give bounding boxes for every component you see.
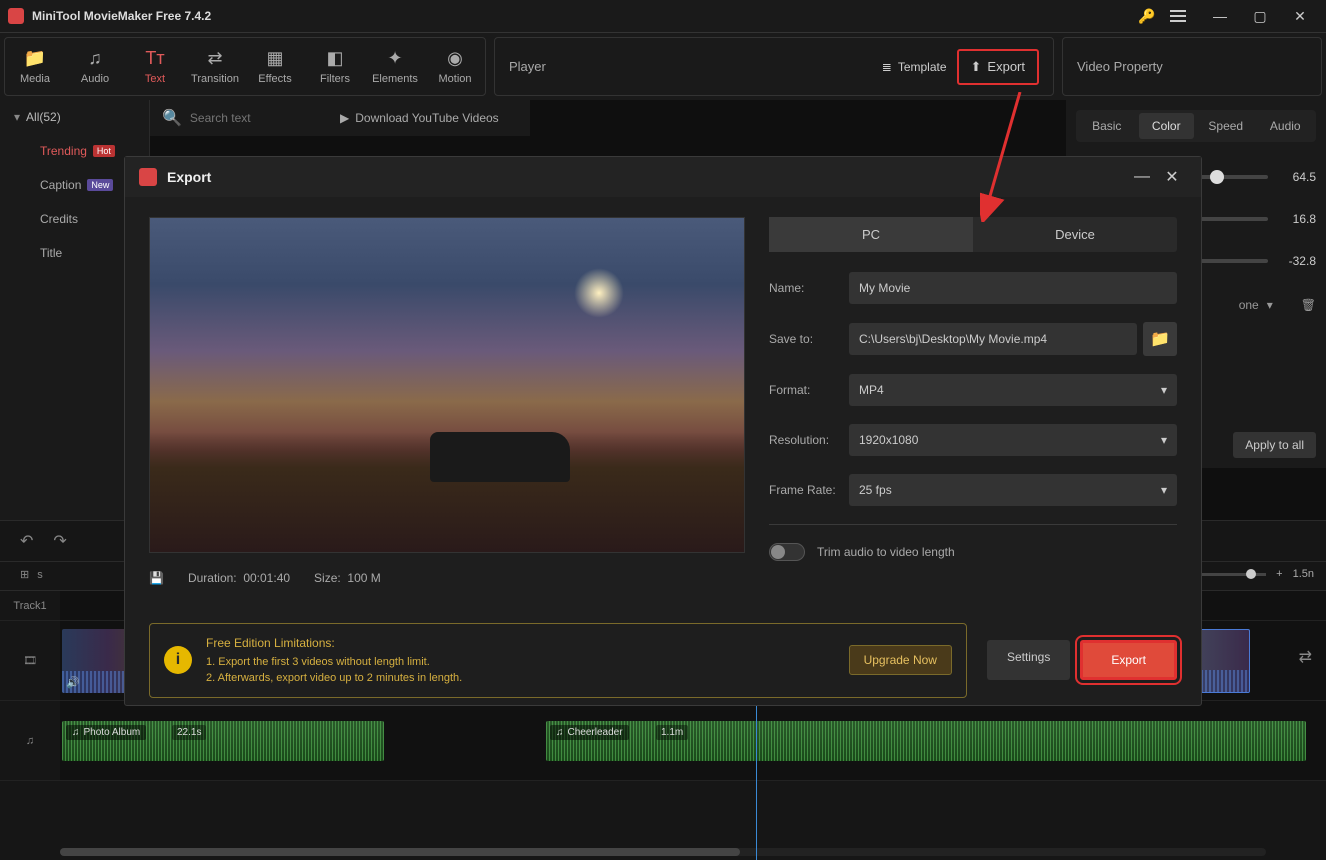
folder-icon: 📁 bbox=[24, 48, 46, 69]
limitations-line2: 2. Afterwards, export video up to 2 minu… bbox=[206, 670, 835, 687]
download-youtube-button[interactable]: ▶Download YouTube Videos bbox=[340, 100, 499, 136]
app-title: MiniTool MovieMaker Free 7.4.2 bbox=[32, 9, 1138, 23]
swap-icon[interactable]: ⇄ bbox=[1299, 647, 1312, 667]
youtube-icon: ▶ bbox=[340, 111, 349, 125]
name-label: Name: bbox=[769, 281, 849, 295]
resolution-label: Resolution: bbox=[769, 433, 849, 447]
app-logo bbox=[8, 8, 24, 24]
duration-value: 00:01:40 bbox=[243, 571, 290, 585]
framerate-select[interactable]: 25 fps▾ bbox=[849, 474, 1177, 506]
framerate-label: Frame Rate: bbox=[769, 483, 849, 497]
maximize-button[interactable]: ▢ bbox=[1242, 2, 1278, 30]
trim-toggle[interactable] bbox=[769, 543, 805, 561]
audio-track[interactable]: ♫Photo Album 22.1s ♫Cheerleader 1.1m bbox=[60, 701, 1326, 780]
folder-icon: 📁 bbox=[1150, 329, 1170, 349]
apply-to-all-button[interactable]: Apply to all bbox=[1233, 432, 1316, 458]
minimize-button[interactable]: — bbox=[1202, 2, 1238, 30]
text-icon: Tᴛ bbox=[145, 48, 164, 69]
music-icon: ♫ bbox=[72, 727, 80, 738]
trim-label: Trim audio to video length bbox=[817, 545, 955, 559]
filters-icon: ◧ bbox=[326, 48, 343, 69]
limitations-title: Free Edition Limitations: bbox=[206, 634, 835, 652]
export-button[interactable]: Export bbox=[1080, 640, 1177, 680]
timeline-end: 1.5n bbox=[1293, 568, 1314, 580]
info-icon: i bbox=[164, 646, 192, 674]
none-select[interactable]: one bbox=[1239, 298, 1259, 312]
music-icon: ♫ bbox=[88, 48, 102, 69]
export-tab-device[interactable]: Device bbox=[973, 217, 1177, 252]
titlebar: MiniTool MovieMaker Free 7.4.2 🔑 — ▢ ✕ bbox=[0, 0, 1326, 32]
save-icon: 💾 bbox=[149, 571, 164, 585]
music-icon: ♫ bbox=[556, 727, 564, 738]
sidebar-all[interactable]: ▾All(52) bbox=[0, 100, 149, 134]
export-dialog: Export — ✕ 💾 Duration: 00:01:40 Size: 10… bbox=[124, 156, 1202, 706]
key-icon[interactable]: 🔑 bbox=[1138, 8, 1154, 24]
s-label: s bbox=[37, 569, 43, 581]
audio-track-icon: ♫ bbox=[0, 701, 60, 780]
video-track-icon: 🎞 bbox=[0, 621, 60, 700]
prop-tab-color[interactable]: Color bbox=[1139, 113, 1195, 139]
transition-tab[interactable]: ⇄Transition bbox=[185, 38, 245, 95]
upgrade-button[interactable]: Upgrade Now bbox=[849, 645, 952, 675]
undo-button[interactable]: ↶ bbox=[20, 531, 33, 551]
export-preview bbox=[149, 217, 745, 553]
player-label: Player bbox=[509, 59, 872, 74]
redo-button[interactable]: ↷ bbox=[53, 531, 66, 551]
new-badge: New bbox=[87, 179, 113, 191]
hot-badge: Hot bbox=[93, 145, 115, 157]
timeline-scrollbar[interactable] bbox=[60, 848, 1266, 856]
text-tab[interactable]: TᴛText bbox=[125, 38, 185, 95]
chevron-down-icon: ▾ bbox=[1161, 433, 1167, 447]
format-label: Format: bbox=[769, 383, 849, 397]
prop-tab-basic[interactable]: Basic bbox=[1079, 113, 1135, 139]
prop-tab-audio[interactable]: Audio bbox=[1258, 113, 1314, 139]
template-button[interactable]: ≣Template bbox=[872, 54, 957, 80]
resolution-select[interactable]: 1920x1080▾ bbox=[849, 424, 1177, 456]
zoom-in-button[interactable]: + bbox=[1276, 568, 1282, 580]
transition-icon: ⇄ bbox=[207, 48, 222, 69]
main-toolbar: 📁Media ♫Audio TᴛText ⇄Transition ▦Effect… bbox=[0, 32, 1326, 100]
audio-clip-2[interactable]: ♫Cheerleader 1.1m bbox=[546, 721, 1306, 761]
menu-icon[interactable] bbox=[1170, 8, 1186, 24]
export-top-button[interactable]: ⬆Export bbox=[957, 49, 1039, 85]
audio-tab[interactable]: ♫Audio bbox=[65, 38, 125, 95]
chevron-down-icon: ▾ bbox=[1267, 298, 1273, 312]
export-logo bbox=[139, 168, 157, 186]
motion-icon: ◉ bbox=[447, 48, 463, 69]
filters-tab[interactable]: ◧Filters bbox=[305, 38, 365, 95]
effects-tab[interactable]: ▦Effects bbox=[245, 38, 305, 95]
track1-label: Track1 bbox=[0, 591, 60, 620]
media-tab[interactable]: 📁Media bbox=[5, 38, 65, 95]
format-select[interactable]: MP4▾ bbox=[849, 374, 1177, 406]
add-track-icon[interactable]: ⊞ bbox=[20, 568, 29, 581]
dialog-close-button[interactable]: ✕ bbox=[1157, 167, 1187, 187]
elements-tab[interactable]: ✦Elements bbox=[365, 38, 425, 95]
audio-clip-1[interactable]: ♫Photo Album 22.1s bbox=[62, 721, 384, 761]
size-value: 100 M bbox=[347, 571, 380, 585]
export-title: Export bbox=[167, 169, 1127, 185]
chevron-down-icon: ▾ bbox=[14, 110, 20, 124]
search-icon: 🔍 bbox=[162, 108, 182, 128]
effects-icon: ▦ bbox=[266, 48, 283, 69]
elements-icon: ✦ bbox=[387, 48, 402, 69]
layers-icon: ≣ bbox=[882, 60, 892, 74]
upload-icon: ⬆ bbox=[971, 59, 982, 75]
prop-tab-speed[interactable]: Speed bbox=[1198, 113, 1254, 139]
limitations-line1: 1. Export the first 3 videos without len… bbox=[206, 654, 835, 671]
saveto-label: Save to: bbox=[769, 332, 849, 346]
saveto-input[interactable] bbox=[849, 323, 1137, 355]
close-button[interactable]: ✕ bbox=[1282, 2, 1318, 30]
limitations-box: i Free Edition Limitations: 1. Export th… bbox=[149, 623, 967, 698]
chevron-down-icon: ▾ bbox=[1161, 383, 1167, 397]
motion-tab[interactable]: ◉Motion bbox=[425, 38, 485, 95]
settings-button[interactable]: Settings bbox=[987, 640, 1070, 680]
chevron-down-icon: ▾ bbox=[1161, 483, 1167, 497]
video-property-label: Video Property bbox=[1062, 37, 1322, 96]
export-tab-pc[interactable]: PC bbox=[769, 217, 973, 252]
speaker-icon: 🔊 bbox=[66, 676, 80, 689]
trash-icon[interactable]: 🗑 bbox=[1301, 298, 1316, 312]
dialog-minimize-button[interactable]: — bbox=[1127, 168, 1157, 186]
browse-button[interactable]: 📁 bbox=[1143, 322, 1177, 356]
name-input[interactable] bbox=[849, 272, 1177, 304]
